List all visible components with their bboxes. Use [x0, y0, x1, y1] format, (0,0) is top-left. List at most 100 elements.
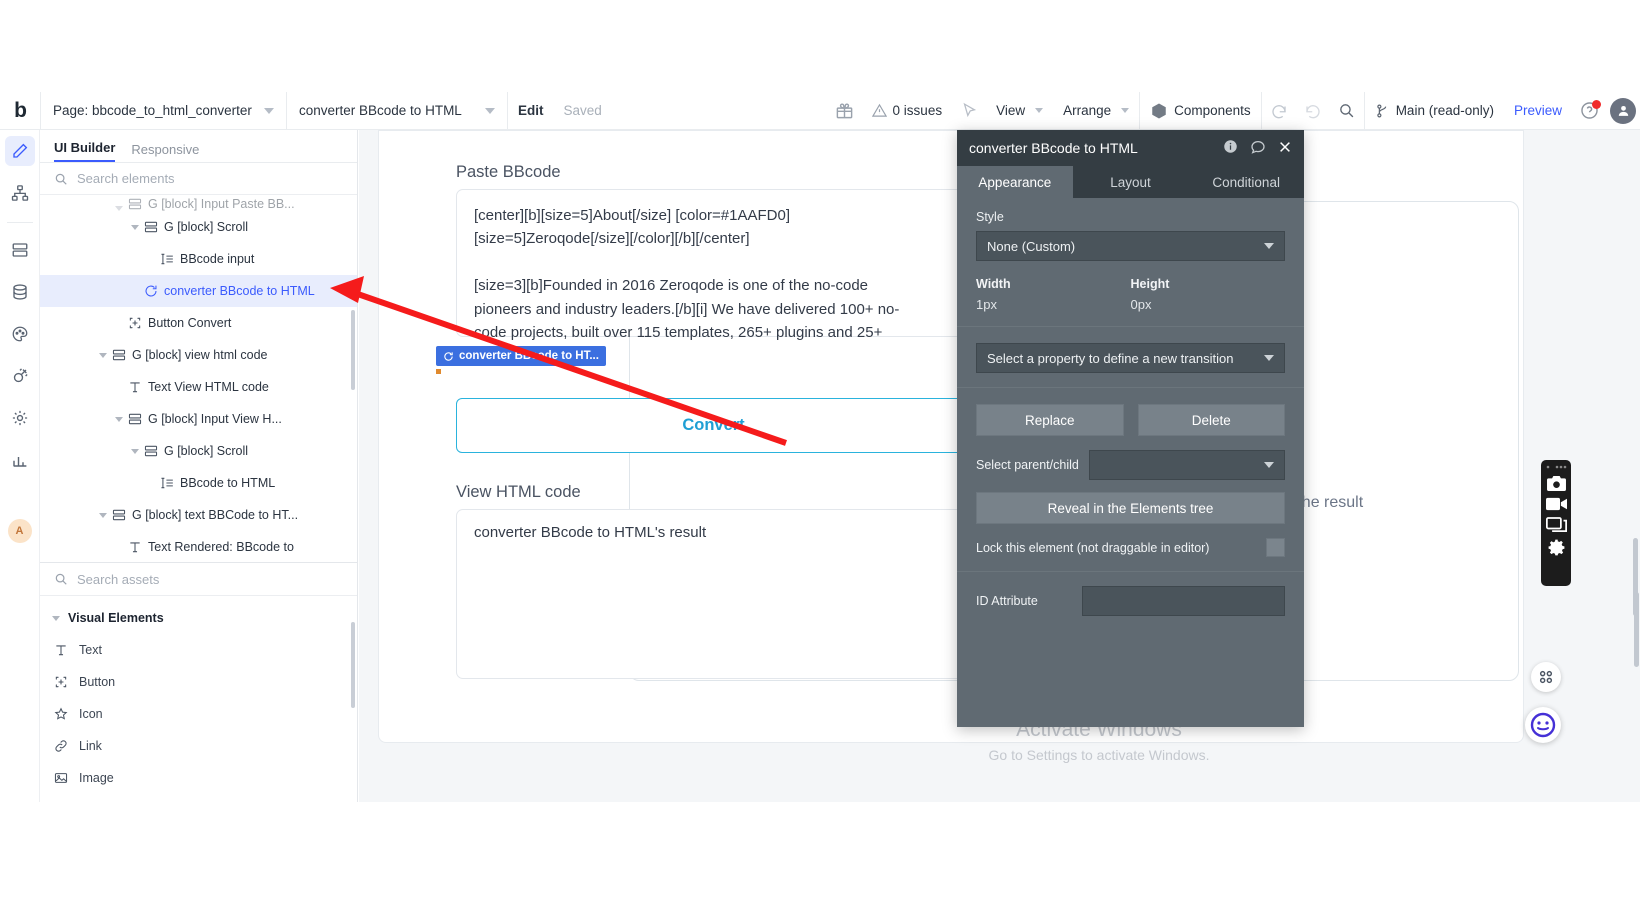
redo-icon[interactable] [1296, 92, 1330, 130]
reveal-in-tree-button[interactable]: Reveal in the Elements tree [976, 492, 1285, 524]
triangle-down-icon[interactable] [96, 512, 109, 518]
rail-item-design[interactable] [4, 136, 35, 166]
asset-item[interactable]: Text [40, 634, 357, 666]
recorder-drag-handle[interactable] [1545, 464, 1567, 470]
rail-item-styles[interactable] [5, 319, 35, 349]
layers-icon [12, 243, 27, 257]
style-select-value: None (Custom) [987, 238, 1076, 254]
rail-item-data[interactable] [5, 277, 35, 307]
chevron-down-icon [1264, 462, 1274, 468]
close-icon[interactable] [1278, 140, 1292, 157]
info-icon[interactable] [1223, 139, 1238, 157]
html-result-box[interactable]: converter BBcode to HTML's result [456, 509, 971, 679]
tree-node[interactable]: G [block] Scroll [40, 211, 357, 243]
convert-button[interactable]: Convert [456, 398, 971, 453]
id-attribute-input[interactable] [1081, 586, 1285, 616]
rail-avatar[interactable]: A [7, 519, 32, 543]
rail-item-settings[interactable] [5, 403, 35, 433]
input-icon [157, 476, 176, 490]
components-label: Components [1174, 103, 1251, 118]
tree-node[interactable]: converter BBcode to HTML [40, 275, 357, 307]
assets-group-header[interactable]: Visual Elements [40, 602, 357, 634]
tree-node[interactable]: G [block] Scroll [40, 435, 357, 467]
element-resize-handle[interactable] [436, 369, 441, 374]
issues-indicator[interactable]: 0 issues [862, 92, 953, 130]
triangle-down-icon[interactable] [128, 224, 141, 230]
search-assets-row[interactable]: Search assets [40, 562, 357, 596]
search-elements-row[interactable]: Search elements [40, 163, 357, 195]
bubble-logo-icon[interactable]: b [0, 92, 40, 130]
grid-icon[interactable] [1531, 662, 1561, 692]
property-panel-header[interactable]: converter BBcode to HTML [957, 130, 1304, 166]
rail-item-layers[interactable] [5, 235, 35, 265]
search-assets-input[interactable]: Search assets [77, 572, 159, 587]
asset-item[interactable]: Image [40, 762, 357, 794]
element-select[interactable]: converter BBcode to HTML [287, 92, 507, 130]
activate-windows-subtitle: Go to Settings to activate Windows. [988, 747, 1210, 763]
help-icon[interactable] [1572, 92, 1606, 130]
cursor-icon[interactable] [952, 92, 986, 130]
components-menu[interactable]: Components [1140, 92, 1261, 130]
asset-item[interactable]: Button [40, 666, 357, 698]
arrange-menu[interactable]: Arrange [1053, 92, 1139, 130]
size-row: Width 1px Height 0px [976, 277, 1285, 312]
window-icon[interactable] [1545, 517, 1567, 532]
asset-item[interactable]: Link [40, 730, 357, 762]
view-menu[interactable]: View [986, 92, 1053, 130]
tree-node[interactable]: G [block] Input Paste BB... [40, 197, 357, 211]
branch-selector[interactable]: Main (read-only) [1365, 92, 1504, 130]
page-select[interactable]: Page: bbcode_to_html_converter [41, 92, 286, 130]
rail-item-logs[interactable] [5, 445, 35, 475]
tree-node[interactable]: G [block] Input View H... [40, 403, 357, 435]
asset-item-label: Image [79, 771, 114, 785]
tree-node[interactable]: Text Rendered: BBcode to [40, 531, 357, 562]
tree-node[interactable]: BBcode input [40, 243, 357, 275]
tab-ui-builder[interactable]: UI Builder [54, 140, 116, 162]
replace-button[interactable]: Replace [976, 404, 1124, 436]
asset-item-label: Icon [79, 707, 103, 721]
paste-bbcode-label: Paste BBcode [456, 163, 561, 181]
select-parent-dropdown[interactable] [1088, 450, 1285, 480]
selected-element-tag[interactable]: converter BBcode to HT... [436, 346, 606, 366]
circle-widget-icon[interactable] [1525, 707, 1561, 743]
tab-responsive[interactable]: Responsive [131, 142, 199, 162]
tree-node[interactable]: Text View HTML code [40, 371, 357, 403]
rail-item-plugins[interactable] [5, 361, 35, 391]
assets-scrollbar[interactable] [351, 622, 355, 708]
tab-layout[interactable]: Layout [1073, 166, 1189, 198]
height-field[interactable]: Height 0px [1131, 277, 1286, 312]
transition-select[interactable]: Select a property to define a new transi… [976, 343, 1285, 373]
account-icon[interactable] [1606, 92, 1640, 130]
tab-conditional[interactable]: Conditional [1188, 166, 1304, 198]
search-elements-input[interactable]: Search elements [77, 171, 175, 186]
tree-node[interactable]: BBcode to HTML [40, 467, 357, 499]
tree-scrollbar[interactable] [351, 310, 355, 390]
lock-element-checkbox[interactable] [1266, 538, 1285, 557]
screen-recorder-widget[interactable] [1541, 460, 1571, 586]
triangle-down-icon[interactable] [128, 448, 141, 454]
preview-button[interactable]: Preview [1504, 103, 1572, 118]
triangle-down-icon[interactable] [96, 352, 109, 358]
search-icon[interactable] [1330, 92, 1364, 130]
comment-icon[interactable] [1250, 139, 1266, 158]
asset-item[interactable]: Icon [40, 698, 357, 730]
palette-icon [12, 326, 27, 342]
triangle-down-icon[interactable] [112, 416, 125, 422]
camera-icon[interactable] [1546, 476, 1566, 491]
bbcode-input-box[interactable]: [center][b][size=5]About[/size] [color=#… [456, 189, 971, 341]
rail-item-workflow[interactable] [5, 178, 35, 208]
video-icon[interactable] [1545, 497, 1567, 511]
gear-icon[interactable] [1547, 538, 1566, 557]
delete-button[interactable]: Delete [1137, 404, 1285, 436]
edit-button[interactable]: Edit [508, 103, 554, 118]
tab-appearance[interactable]: Appearance [957, 166, 1073, 198]
gift-icon[interactable] [828, 92, 862, 130]
width-field[interactable]: Width 1px [976, 277, 1131, 312]
window-scrollbar[interactable] [1634, 592, 1639, 667]
tree-node[interactable]: G [block] text BBCode to HT... [40, 499, 357, 531]
undo-icon[interactable] [1262, 92, 1296, 130]
tree-node[interactable]: G [block] view html code [40, 339, 357, 371]
tree-node[interactable]: Button Convert [40, 307, 357, 339]
style-select[interactable]: None (Custom) [976, 231, 1285, 261]
triangle-down-icon[interactable] [112, 206, 125, 211]
